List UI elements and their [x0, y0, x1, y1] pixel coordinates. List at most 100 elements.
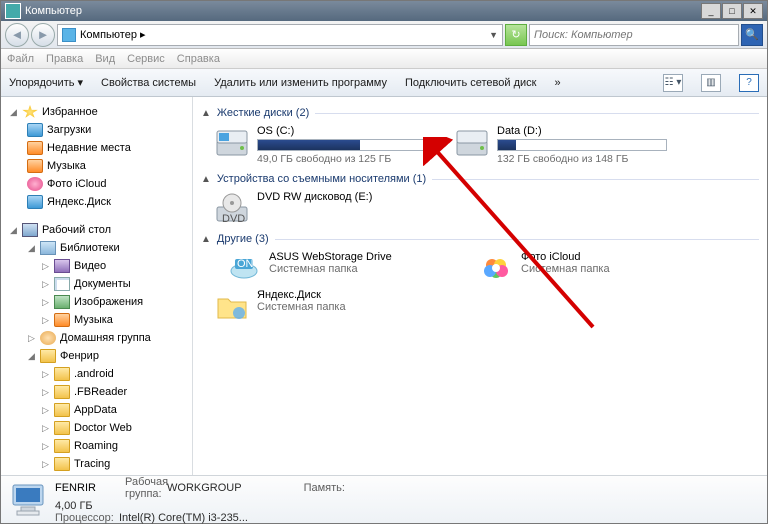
preview-pane-icon[interactable]: ▥ — [701, 74, 721, 92]
item-yandex-disk[interactable]: Яндекс.ДискСистемная папка — [213, 287, 433, 325]
documents-icon — [54, 277, 70, 291]
uninstall-program-button[interactable]: Удалить или изменить программу — [214, 77, 387, 89]
svg-text:ON AIR: ON AIR — [237, 258, 261, 270]
breadcrumb[interactable]: Компьютер ▸ — [80, 28, 146, 41]
drive-c[interactable]: OS (C:) 49,0 ГБ свободно из 125 ГБ — [213, 123, 433, 167]
sidebar-fbreader[interactable]: ▷.FBReader — [1, 383, 192, 401]
sidebar-fenrir[interactable]: ◢Фенрир — [1, 347, 192, 365]
back-button[interactable]: ◄ — [5, 23, 29, 47]
refresh-button[interactable]: ↻ — [505, 24, 527, 46]
hard-drive-icon — [455, 125, 489, 159]
item-photo-icloud[interactable]: Фото iCloudСистемная папка — [477, 249, 697, 287]
titlebar[interactable]: Компьютер _ □ ✕ — [1, 1, 767, 21]
more-commands[interactable]: » — [554, 77, 560, 89]
menu-edit[interactable]: Правка — [46, 53, 83, 65]
sidebar-music2[interactable]: ▷Музыка — [1, 311, 192, 329]
computer-large-icon — [9, 481, 47, 519]
navigation-pane[interactable]: ◢Избранное Загрузки Недавние места Музык… — [1, 97, 193, 475]
music-icon — [54, 313, 70, 327]
icloud-photos-icon — [27, 177, 43, 191]
sidebar-recent[interactable]: Недавние места — [1, 139, 192, 157]
sidebar-doctorweb[interactable]: ▷Doctor Web — [1, 419, 192, 437]
window-controls: _ □ ✕ — [700, 3, 763, 19]
window-title: Компьютер — [25, 5, 700, 17]
item-asus-webstorage[interactable]: ON AIR ASUS WebStorage DriveСистемная па… — [225, 249, 445, 287]
sidebar-video[interactable]: ▷Видео — [1, 257, 192, 275]
search-box[interactable] — [529, 24, 739, 46]
libraries-icon — [40, 241, 56, 255]
libraries-group[interactable]: ◢Библиотеки — [1, 239, 192, 257]
dvd-drive-icon: DVD — [215, 191, 249, 225]
recent-icon — [27, 141, 43, 155]
group-removable[interactable]: ▲Устройства со съемными носителями (1) — [201, 173, 759, 185]
drive-name: OS (C:) — [257, 125, 431, 137]
group-other[interactable]: ▲Другие (3) — [201, 233, 759, 245]
menu-service[interactable]: Сервис — [127, 53, 165, 65]
folder-icon — [54, 439, 70, 453]
desktop-group[interactable]: ◢Рабочий стол — [1, 221, 192, 239]
video-icon — [54, 259, 70, 273]
organize-button[interactable]: Упорядочить ▾ — [9, 76, 83, 89]
collapse-icon[interactable]: ▲ — [201, 234, 211, 245]
sidebar-android[interactable]: ▷.android — [1, 365, 192, 383]
drive-d[interactable]: Data (D:) 132 ГБ свободно из 148 ГБ — [453, 123, 673, 167]
icloud-photos-icon — [479, 251, 513, 285]
system-properties-button[interactable]: Свойства системы — [101, 77, 196, 89]
menu-view[interactable]: Вид — [95, 53, 115, 65]
drive-name: Data (D:) — [497, 125, 671, 137]
group-hard-disks[interactable]: ▲Жесткие диски (2) — [201, 107, 759, 119]
sidebar-homegroup[interactable]: ▷Домашняя группа — [1, 329, 192, 347]
menu-file[interactable]: Файл — [7, 53, 34, 65]
view-layout-icon[interactable]: ☷ ▾ — [663, 74, 683, 92]
minimize-button[interactable]: _ — [701, 3, 721, 19]
sidebar-downloads[interactable]: Загрузки — [1, 121, 192, 139]
details-text: FENRIR Рабочая группа:WORKGROUP Память:4… — [55, 476, 345, 524]
maximize-button[interactable]: □ — [722, 3, 742, 19]
explorer-window: Компьютер _ □ ✕ ◄ ► Компьютер ▸ ▼ ↻ 🔍 Фа… — [0, 0, 768, 524]
address-bar[interactable]: Компьютер ▸ ▼ — [57, 24, 503, 46]
folder-icon — [54, 457, 70, 471]
close-button[interactable]: ✕ — [743, 3, 763, 19]
command-bar: Упорядочить ▾ Свойства системы Удалить и… — [1, 69, 767, 97]
sidebar-documents[interactable]: ▷Документы — [1, 275, 192, 293]
computer-name: FENRIR — [55, 482, 119, 494]
sidebar-yandex-disk[interactable]: Яндекс.Диск — [1, 193, 192, 211]
downloads-icon — [27, 123, 43, 137]
pictures-icon — [54, 295, 70, 309]
search-button[interactable]: 🔍 — [741, 24, 763, 46]
sidebar-appdata[interactable]: ▷AppData — [1, 401, 192, 419]
star-icon — [22, 105, 38, 119]
drive-free-text: 132 ГБ свободно из 148 ГБ — [497, 153, 671, 165]
content-pane[interactable]: ▲Жесткие диски (2) OS (C:) 49,0 ГБ свобо… — [193, 97, 767, 475]
folder-icon — [54, 367, 70, 381]
computer-icon — [62, 28, 76, 42]
user-folder-icon — [40, 349, 56, 363]
desktop-icon — [22, 223, 38, 237]
dvd-drive[interactable]: DVD DVD RW дисковод (E:) — [213, 189, 433, 227]
forward-button[interactable]: ► — [31, 23, 55, 47]
hard-drive-icon — [215, 125, 249, 159]
search-input[interactable] — [530, 25, 738, 45]
folder-icon — [54, 403, 70, 417]
menu-bar: Файл Правка Вид Сервис Справка — [1, 49, 767, 69]
drive-usage-bar — [497, 139, 667, 151]
homegroup-icon — [40, 331, 56, 345]
details-pane: FENRIR Рабочая группа:WORKGROUP Память:4… — [1, 475, 767, 523]
favorites-group[interactable]: ◢Избранное — [1, 103, 192, 121]
collapse-icon[interactable]: ▲ — [201, 108, 211, 119]
collapse-icon[interactable]: ▲ — [201, 174, 211, 185]
map-network-drive-button[interactable]: Подключить сетевой диск — [405, 77, 536, 89]
help-icon[interactable]: ? — [739, 74, 759, 92]
sidebar-tracing[interactable]: ▷Tracing — [1, 455, 192, 473]
sidebar-photo-icloud[interactable]: Фото iCloud — [1, 175, 192, 193]
breadcrumb-dropdown[interactable]: ▼ — [489, 30, 498, 40]
music-icon — [27, 159, 43, 173]
menu-help[interactable]: Справка — [177, 53, 220, 65]
sidebar-pictures[interactable]: ▷Изображения — [1, 293, 192, 311]
sidebar-roaming[interactable]: ▷Roaming — [1, 437, 192, 455]
cloud-drive-icon: ON AIR — [227, 251, 261, 285]
folder-icon — [54, 421, 70, 435]
folder-icon — [54, 385, 70, 399]
body: ◢Избранное Загрузки Недавние места Музык… — [1, 97, 767, 475]
sidebar-music[interactable]: Музыка — [1, 157, 192, 175]
